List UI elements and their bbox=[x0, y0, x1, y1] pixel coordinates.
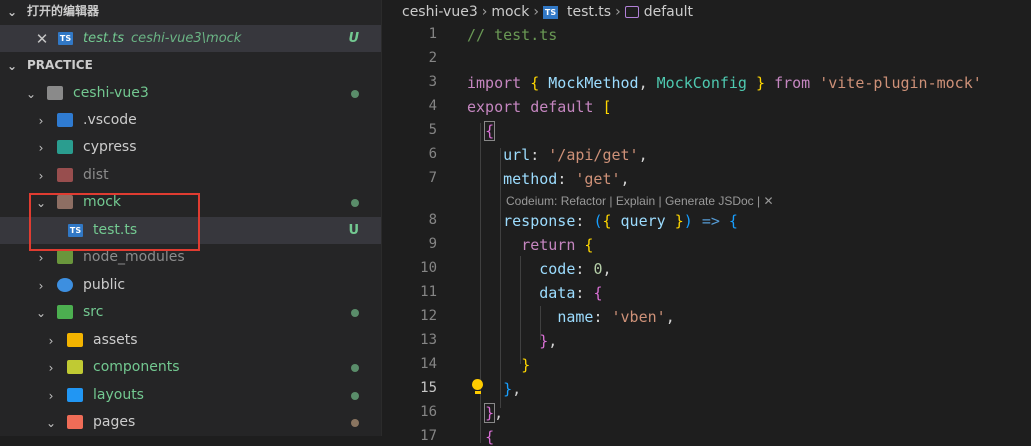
open-editors-header[interactable]: ⌄ 打开的编辑器 bbox=[0, 0, 381, 25]
tree-item-cypress[interactable]: › cypress bbox=[0, 134, 381, 161]
code-line: method: 'get', bbox=[503, 170, 630, 188]
components-folder-icon bbox=[67, 360, 83, 374]
codeium-codelens[interactable]: Codeium: Refactor | Explain | Generate J… bbox=[506, 194, 774, 208]
cypress-folder-icon bbox=[57, 140, 73, 154]
git-status-badge: U bbox=[348, 31, 359, 46]
code-line: return { bbox=[521, 236, 594, 254]
chevron-right-icon: › bbox=[48, 360, 54, 375]
modified-dot bbox=[351, 309, 359, 317]
chevron-right-icon: › bbox=[48, 388, 54, 403]
dist-folder-icon bbox=[57, 168, 73, 182]
breadcrumb-item[interactable]: ceshi-vue3 bbox=[402, 4, 478, 20]
code-line: } bbox=[521, 356, 531, 374]
line-number: 14 bbox=[420, 356, 437, 372]
pages-folder-icon bbox=[67, 415, 83, 429]
project-header[interactable]: ⌄ PRACTICE bbox=[0, 52, 381, 79]
code-line: import { MockMethod, MockConfig } from '… bbox=[467, 74, 982, 92]
line-number: 17 bbox=[420, 428, 437, 444]
code-line: code: 0, bbox=[539, 260, 612, 278]
line-number: 2 bbox=[428, 50, 437, 66]
open-editor-item[interactable]: ✕ TS test.ts ceshi-vue3\mock U bbox=[0, 25, 381, 52]
breadcrumb-item[interactable]: mock bbox=[491, 4, 529, 20]
modified-dot bbox=[351, 199, 359, 207]
line-number: 11 bbox=[420, 284, 437, 300]
layouts-folder-icon bbox=[67, 388, 83, 402]
line-number: 5 bbox=[428, 122, 437, 138]
tree-item-layouts[interactable]: › layouts bbox=[0, 382, 381, 409]
line-number: 16 bbox=[420, 404, 437, 420]
code-line: }, bbox=[539, 332, 558, 350]
code-line: export default [ bbox=[467, 98, 612, 116]
chevron-right-icon: › bbox=[38, 140, 44, 155]
chevron-down-icon: ⌄ bbox=[25, 86, 37, 101]
line-number: 9 bbox=[428, 236, 437, 252]
chevron-right-icon: › bbox=[533, 4, 539, 20]
chevron-down-icon[interactable]: ⌄ bbox=[5, 0, 19, 25]
breadcrumb: ceshi-vue3 › mock › TS test.ts › default bbox=[382, 0, 1031, 24]
tree-item-ceshi-vue3[interactable]: ⌄ ceshi-vue3 bbox=[0, 80, 381, 107]
code-line: // test.ts bbox=[467, 26, 558, 44]
typescript-file-icon: TS bbox=[58, 32, 73, 45]
src-folder-icon bbox=[57, 305, 73, 319]
code-line-active: }, bbox=[503, 380, 522, 398]
tree-item-src[interactable]: ⌄ src bbox=[0, 299, 381, 326]
line-number: 3 bbox=[428, 74, 437, 90]
node-modules-folder-icon bbox=[57, 250, 73, 264]
chevron-right-icon: › bbox=[38, 113, 44, 128]
code-line: response: ({ query }) => { bbox=[503, 212, 738, 230]
line-number: 4 bbox=[428, 98, 437, 114]
explorer-sidebar: ⌄ 打开的编辑器 ✕ TS test.ts ceshi-vue3\mock U … bbox=[0, 0, 381, 436]
folder-open-icon bbox=[47, 86, 63, 100]
modified-dot bbox=[351, 90, 359, 98]
modified-dot bbox=[351, 392, 359, 400]
tree-item-assets[interactable]: › assets bbox=[0, 327, 381, 354]
line-number: 1 bbox=[428, 26, 437, 42]
assets-folder-icon bbox=[67, 333, 83, 347]
line-number: 7 bbox=[428, 170, 437, 186]
chevron-down-icon[interactable]: ⌄ bbox=[5, 52, 19, 79]
code-line: }, bbox=[484, 403, 504, 423]
line-number: 8 bbox=[428, 212, 437, 228]
chevron-down-icon: ⌄ bbox=[35, 305, 47, 320]
line-number: 10 bbox=[420, 260, 437, 276]
chevron-right-icon: › bbox=[38, 278, 44, 293]
tree-item-components[interactable]: › components bbox=[0, 354, 381, 381]
close-icon[interactable]: ✕ bbox=[35, 25, 49, 52]
tree-item-vscode[interactable]: › .vscode bbox=[0, 107, 381, 134]
line-number: 13 bbox=[420, 332, 437, 348]
tree-item-dist[interactable]: › dist bbox=[0, 162, 381, 189]
globe-folder-icon bbox=[57, 278, 73, 292]
code-line: name: 'vben', bbox=[557, 308, 675, 326]
code-line: { bbox=[485, 428, 495, 446]
code-line: data: { bbox=[539, 284, 603, 302]
chevron-right-icon: › bbox=[38, 168, 44, 183]
tree-item-pages[interactable]: ⌄ pages bbox=[0, 409, 381, 436]
highlight-box bbox=[29, 193, 200, 251]
chevron-right-icon: › bbox=[481, 4, 488, 20]
symbol-module-icon bbox=[624, 6, 639, 18]
chevron-right-icon: › bbox=[48, 333, 54, 348]
open-editor-filename: test.ts bbox=[83, 31, 124, 46]
line-number: 12 bbox=[420, 308, 437, 324]
code-line: { bbox=[484, 121, 496, 141]
chevron-right-icon: › bbox=[615, 4, 621, 20]
git-status-badge: U bbox=[348, 223, 359, 238]
modified-dot bbox=[351, 364, 359, 372]
code-editor[interactable]: 1 3 2 4 5 6 7 8 9 10 11 12 13 14 15 16 1… bbox=[382, 24, 1031, 446]
open-editor-path: ceshi-vue3\mock bbox=[131, 31, 242, 46]
tree-item-public[interactable]: › public bbox=[0, 272, 381, 299]
code-line: url: '/api/get', bbox=[503, 146, 648, 164]
breadcrumb-item[interactable]: test.ts bbox=[567, 4, 611, 20]
breadcrumb-item[interactable]: default bbox=[644, 4, 693, 20]
line-number-active: 15 bbox=[420, 380, 437, 396]
vscode-folder-icon bbox=[57, 113, 73, 127]
chevron-down-icon: ⌄ bbox=[45, 415, 57, 430]
modified-dot bbox=[351, 419, 359, 427]
line-number: 6 bbox=[428, 146, 437, 162]
typescript-file-icon: TS bbox=[542, 5, 558, 19]
